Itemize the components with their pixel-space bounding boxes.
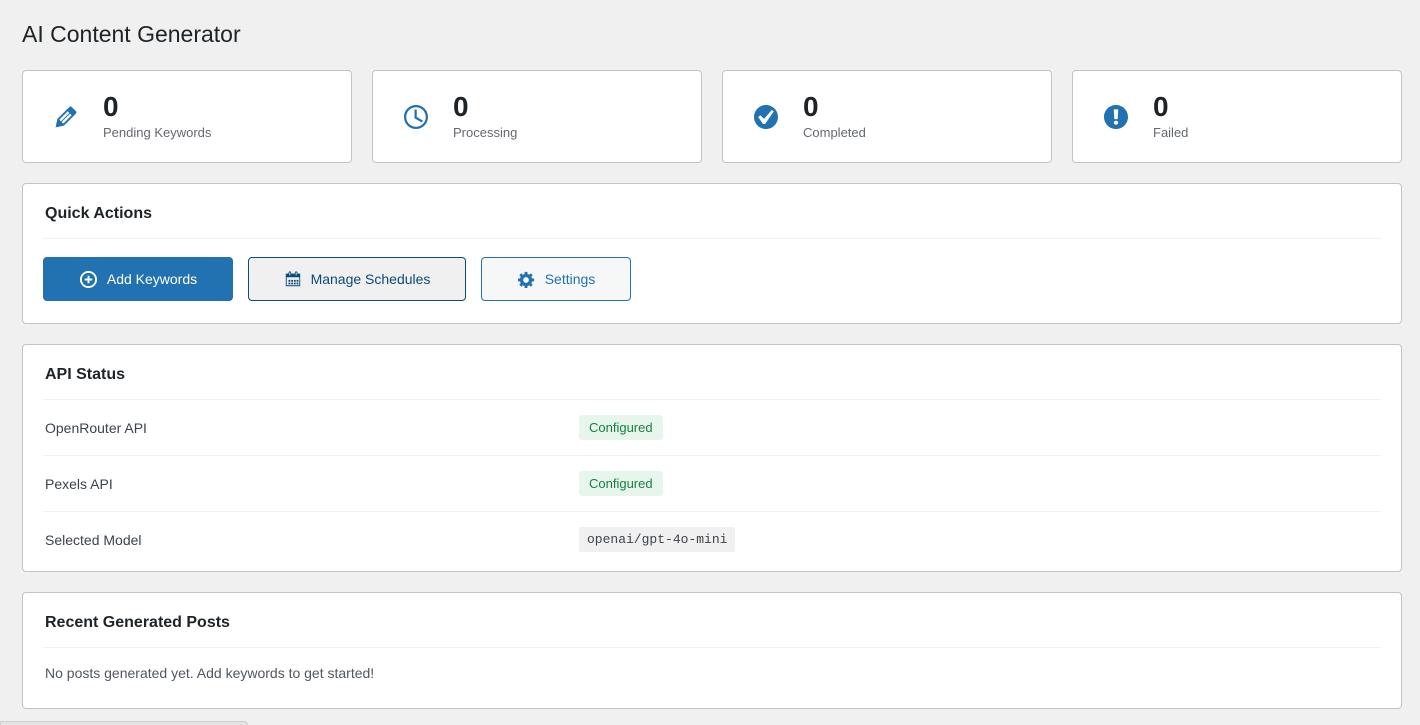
stat-label: Completed [803, 125, 866, 141]
button-label: Add Keywords [107, 272, 197, 286]
api-row-label: OpenRouter API [45, 420, 579, 436]
bottom-status-sliver [0, 721, 248, 725]
warning-icon [1101, 102, 1131, 132]
status-badge: Configured [579, 415, 663, 440]
manage-schedules-button[interactable]: Manage Schedules [248, 257, 466, 301]
api-row-openrouter: OpenRouter API Configured [43, 400, 1381, 456]
pencil-icon [51, 102, 81, 132]
stat-card-completed: 0 Completed [722, 70, 1052, 163]
recent-posts-panel: Recent Generated Posts No posts generate… [22, 592, 1402, 709]
api-row-label: Pexels API [45, 476, 579, 492]
quick-actions-heading: Quick Actions [43, 184, 1381, 238]
plus-circle-icon [79, 270, 98, 289]
stat-card-pending-keywords: 0 Pending Keywords [22, 70, 352, 163]
stat-value: 0 [453, 92, 517, 122]
stat-label: Pending Keywords [103, 125, 211, 141]
page-title: AI Content Generator [22, 0, 1402, 70]
quick-actions-buttons: Add Keywords Manage Schedules Settings [43, 239, 1381, 323]
api-row-selected-model: Selected Model openai/gpt-4o-mini [43, 512, 1381, 571]
stats-row: 0 Pending Keywords 0 Processing 0 Comple… [22, 70, 1402, 163]
check-circle-icon [751, 102, 781, 132]
recent-posts-heading: Recent Generated Posts [43, 593, 1381, 647]
stat-card-processing: 0 Processing [372, 70, 702, 163]
button-label: Settings [545, 272, 596, 286]
add-keywords-button[interactable]: Add Keywords [43, 257, 233, 301]
api-status-heading: API Status [43, 345, 1381, 399]
clock-icon [401, 102, 431, 132]
stat-label: Failed [1153, 125, 1188, 141]
stat-value: 0 [1153, 92, 1188, 122]
gear-icon [517, 270, 536, 289]
settings-button[interactable]: Settings [481, 257, 631, 301]
api-status-panel: API Status OpenRouter API Configured Pex… [22, 344, 1402, 572]
quick-actions-panel: Quick Actions Add Keywords Manage Schedu… [22, 183, 1402, 324]
stat-card-failed: 0 Failed [1072, 70, 1402, 163]
status-badge: Configured [579, 471, 663, 496]
api-row-label: Selected Model [45, 532, 579, 548]
button-label: Manage Schedules [311, 272, 431, 286]
calendar-icon [284, 270, 302, 288]
stat-value: 0 [803, 92, 866, 122]
model-code-chip: openai/gpt-4o-mini [579, 527, 735, 552]
empty-state-message: No posts generated yet. Add keywords to … [43, 648, 1381, 708]
api-row-pexels: Pexels API Configured [43, 456, 1381, 512]
stat-label: Processing [453, 125, 517, 141]
stat-value: 0 [103, 92, 211, 122]
admin-page: AI Content Generator 0 Pending Keywords … [22, 0, 1402, 709]
